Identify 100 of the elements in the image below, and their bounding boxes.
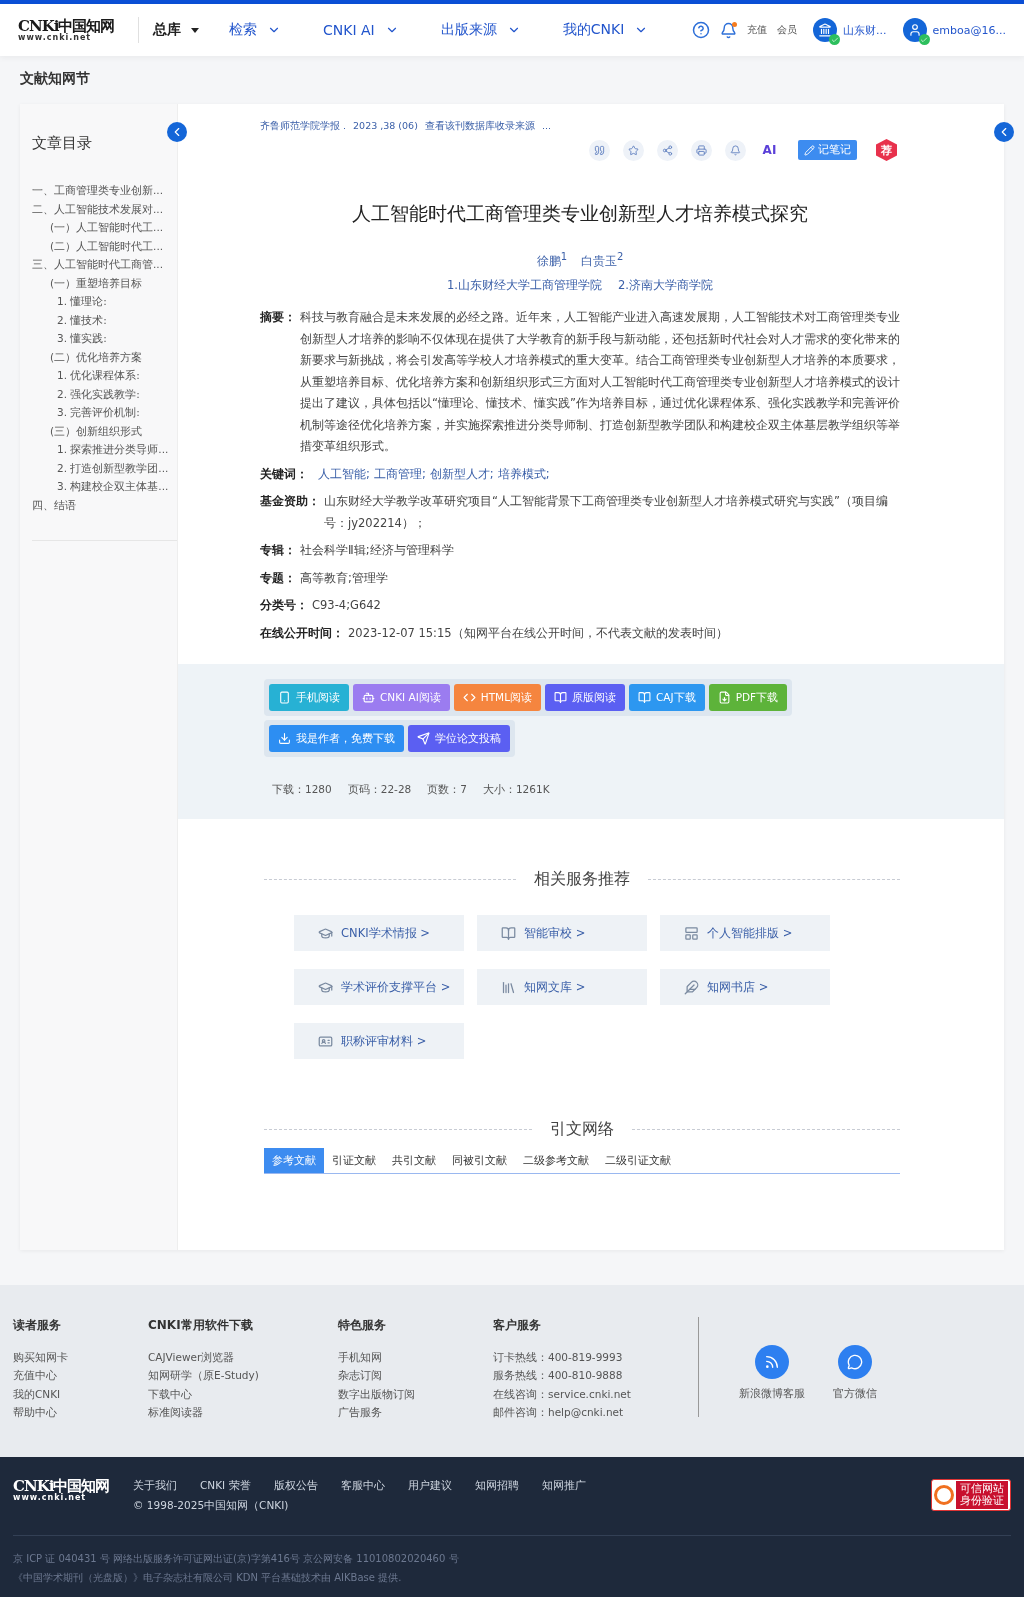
field-value: 山东财经大学教学改革研究项目“人工智能背景下工商管理类专业创新型人才培养模式研究与实践”（项目编号：jy202214）； (324, 493, 889, 532)
nav-menu[interactable]: 总库 (153, 21, 199, 39)
service-link[interactable]: 个人智能排版 > (660, 915, 830, 951)
help-icon[interactable] (692, 21, 711, 39)
footer-link[interactable]: 订卡热线：400-819-9993 (493, 1348, 698, 1367)
nav-menu[interactable]: CNKI AI (323, 22, 399, 38)
bell-icon[interactable] (725, 139, 746, 161)
stat-text: 页数：7 (427, 783, 467, 797)
footer-link[interactable]: CAJViewer浏览器 (148, 1348, 338, 1367)
toc-item[interactable]: 3. 构建校企双主体基... (32, 477, 177, 496)
service-link[interactable]: 学术评价支撑平台 > (294, 969, 464, 1005)
print-icon[interactable] (691, 139, 712, 161)
stat-text: 页码：22-28 (347, 783, 412, 797)
toc-item[interactable]: 2. 打造创新型教学团... (32, 458, 177, 477)
keyword-link[interactable]: 人工智能; (318, 463, 370, 485)
footer-link[interactable]: 客服中心 (340, 1479, 385, 1493)
footer-heading: 客户服务 (493, 1317, 542, 1334)
toc-item[interactable]: 三、人工智能时代工商管... (32, 255, 177, 274)
source-link[interactable]: ... (541, 120, 551, 133)
code-icon (462, 691, 476, 704)
citation-tab[interactable]: 同被引文献 (444, 1148, 515, 1173)
toc-item[interactable]: 1. 懂理论: (32, 292, 177, 311)
collapse-left-icon[interactable] (167, 122, 187, 142)
footer-link[interactable]: 充值中心 (13, 1366, 148, 1385)
quote-icon[interactable] (589, 139, 610, 161)
affiliation-link[interactable]: 1.山东财经大学工商管理学院 (447, 278, 602, 293)
section-title: 引文网络 (550, 1119, 614, 1140)
service-link[interactable]: CNKI学术情报 > (294, 915, 464, 951)
footer-link[interactable]: 知网招聘 (474, 1479, 519, 1493)
footer-link[interactable]: 数字出版物订阅 (338, 1384, 493, 1403)
affiliation-link[interactable]: 2.济南大学商学院 (618, 278, 713, 293)
footer-link[interactable]: 广告服务 (338, 1402, 493, 1422)
bell-icon[interactable] (720, 21, 738, 39)
toc-item[interactable]: 四、结语 (32, 495, 177, 514)
service-link[interactable]: 智能审校 > (477, 915, 647, 951)
read-download-button[interactable]: 原版阅读 (545, 684, 625, 711)
source-link[interactable]: 2023 ,38 (06) (353, 120, 418, 133)
author-link[interactable]: 徐鹏$^{1}$ (536, 251, 567, 270)
source-link[interactable]: 齐鲁师范学院学报 . (260, 120, 347, 133)
field-label: 专题： (260, 569, 297, 587)
toc-item[interactable]: (二）优化培养方案 (32, 347, 177, 366)
ai-button[interactable]: AI (759, 143, 780, 157)
keyword-link[interactable]: 工商管理; (373, 463, 426, 485)
header-link[interactable]: 充值 (747, 23, 768, 37)
footer-link[interactable]: 帮助中心 (13, 1402, 148, 1422)
cnki-logo[interactable]: CNKi中国知网 www.cnki.net (18, 18, 128, 42)
toc-item[interactable]: 二、人工智能技术发展对... (32, 199, 177, 218)
toc-item[interactable]: (三）创新组织形式 (32, 421, 177, 440)
footer-link[interactable]: 手机知网 (338, 1348, 493, 1367)
account-menu[interactable]: emboa@16... (902, 18, 1006, 42)
toc-item[interactable]: 1. 优化课程体系: (32, 366, 177, 385)
toc-item[interactable]: (一）人工智能时代工... (32, 218, 177, 237)
layout-icon (684, 925, 699, 941)
toc-item[interactable]: (二）人工智能时代工... (32, 236, 177, 255)
footer-link[interactable]: CNKI 荣誉 (200, 1479, 251, 1493)
recommend-badge[interactable]: 荐 (876, 139, 897, 161)
citation-tab[interactable]: 引证文献 (324, 1148, 384, 1173)
account-menu[interactable]: 山东财... (813, 18, 887, 42)
author-link[interactable]: 白贵玉$^{2}$ (581, 251, 624, 270)
keyword-link[interactable]: 培养模式; (497, 463, 550, 485)
footer-link[interactable]: 杂志订阅 (338, 1366, 493, 1385)
trusted-site-badge[interactable]: 可信网站 身份验证 (931, 1479, 1011, 1512)
toc-item[interactable]: 1. 探索推进分类导师... (32, 440, 177, 459)
social-link[interactable]: 官方微信 (833, 1345, 877, 1457)
toc-item[interactable]: 3. 懂实践: (32, 329, 177, 348)
nav-menu[interactable]: 我的CNKI (562, 21, 649, 39)
footer-link[interactable]: 服务热线：400-810-9888 (493, 1366, 698, 1385)
service-link[interactable]: 知网书店 > (660, 969, 830, 1005)
social-link[interactable]: 新浪微博客服 (739, 1345, 805, 1457)
footer-link[interactable]: 用户建议 (407, 1479, 452, 1493)
nav-menu[interactable]: 出版来源 (440, 21, 521, 39)
footer-link[interactable]: 关于我们 (133, 1479, 177, 1493)
keyword-link[interactable]: 创新型人才; (429, 463, 494, 485)
footer-link[interactable]: 下载中心 (148, 1384, 338, 1403)
source-link[interactable]: 查看该刊数据库收录来源 (424, 120, 535, 133)
service-link[interactable]: 知网文库 > (477, 969, 647, 1005)
footer-link[interactable]: 知网研学（原E-Study) (148, 1366, 338, 1385)
citation-tab[interactable]: 二级参考文献 (515, 1148, 597, 1173)
footer-link[interactable]: 我的CNKI (13, 1384, 148, 1403)
toc-item[interactable]: 2. 懂技术: (32, 310, 177, 329)
share-icon[interactable] (657, 139, 678, 161)
nav-menu[interactable]: 检索 (229, 21, 281, 39)
toc-item[interactable]: 2. 强化实践教学: (32, 384, 177, 403)
footer-link[interactable]: 标准阅读器 (148, 1402, 338, 1422)
cnki-logo[interactable]: CNKi中国知网 www.cnki.net (13, 1479, 121, 1502)
read-download-button[interactable]: 学位论文投稿 (408, 725, 510, 752)
toc-item[interactable]: 3. 完善评价机制: (32, 403, 177, 422)
header-link[interactable]: 会员 (777, 23, 798, 37)
footer-link[interactable]: 邮件咨询：help@cnki.net (493, 1402, 698, 1422)
collapse-left-icon[interactable] (994, 122, 1014, 142)
footer-heading: 特色服务 (338, 1317, 387, 1334)
citation-tab[interactable]: 二级引证文献 (597, 1148, 679, 1173)
footer-link[interactable]: 购买知网卡 (13, 1348, 148, 1367)
toc-item[interactable]: (一）重塑培养目标 (32, 273, 177, 292)
footer-link[interactable]: 版权公告 (273, 1479, 318, 1493)
citation-tab[interactable]: 共引文献 (384, 1148, 444, 1173)
toc-item[interactable]: 一、工商管理类专业创新... (32, 181, 177, 200)
service-link[interactable]: 职称评审材料 > (294, 1023, 464, 1059)
footer-link[interactable]: 在线咨询：service.cnki.net (493, 1384, 698, 1403)
footer-link[interactable]: 知网推广 (541, 1479, 586, 1493)
